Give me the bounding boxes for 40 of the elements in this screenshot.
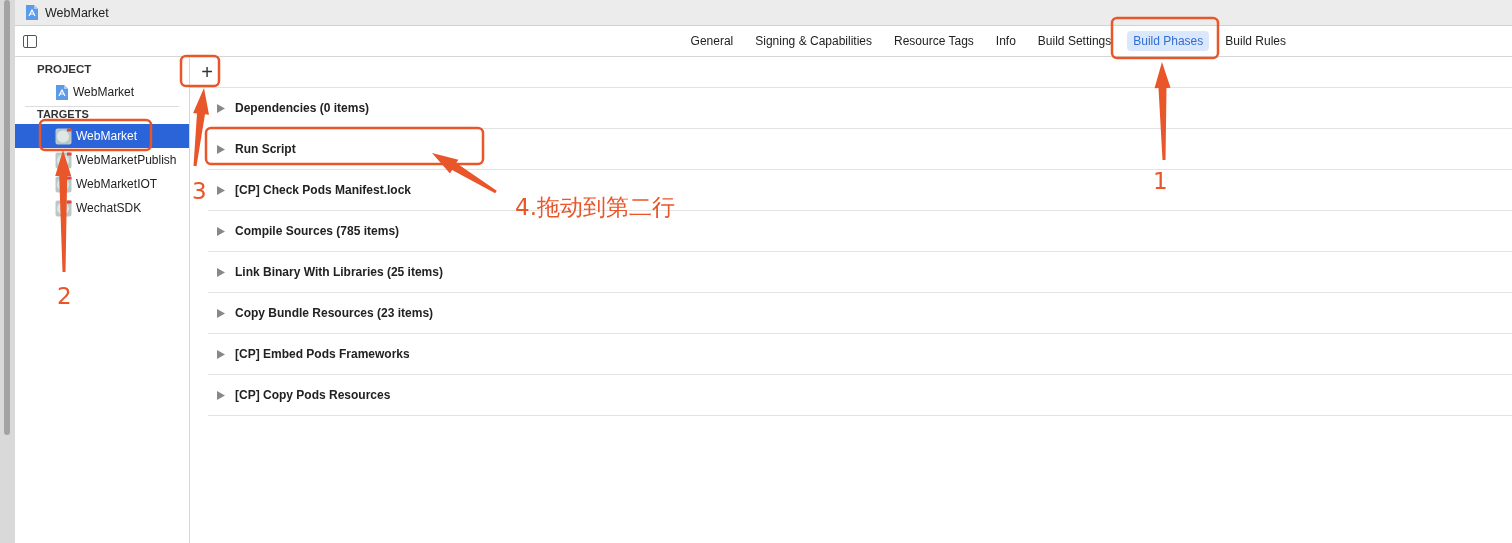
window-title: WebMarket [45, 5, 109, 20]
build-phase-title[interactable]: [CP] Check Pods Manifest.lock [235, 183, 412, 197]
tab[interactable]: General [684, 31, 740, 51]
annotation-label: 3 [192, 178, 207, 204]
app-target-icon [55, 127, 72, 145]
build-phase-title[interactable]: Link Binary With Libraries (25 items) [235, 265, 443, 279]
highlight-box [179, 54, 221, 88]
disclosure-triangle-icon[interactable] [217, 144, 225, 154]
add-button[interactable]: + [194, 59, 220, 85]
tab[interactable]: Signing & Capabilities [749, 31, 878, 51]
tab[interactable]: Build Phases [1127, 31, 1210, 51]
sidebar-item[interactable]: WebMarket [15, 124, 189, 148]
sidebar-item[interactable]: WebMarket [15, 80, 189, 104]
disclosure-triangle-icon[interactable] [217, 226, 225, 236]
build-phase-title[interactable]: Run Script [235, 142, 296, 156]
project-file-icon [25, 4, 39, 21]
sidebar-toggle-icon[interactable] [23, 34, 37, 48]
tab[interactable]: Resource Tags [888, 31, 980, 51]
build-phase-title[interactable]: [CP] Embed Pods Frameworks [235, 347, 410, 361]
section-header: TARGETS [36, 108, 90, 120]
annotation-label: 1 [1153, 168, 1168, 194]
tab[interactable]: Build Settings [1031, 31, 1118, 51]
annotation-arrow [432, 153, 497, 194]
disclosure-triangle-icon[interactable] [217, 390, 225, 400]
build-phase-title[interactable]: Copy Bundle Resources (23 items) [235, 306, 434, 320]
tab[interactable]: Build Rules [1219, 31, 1292, 51]
annotation-label: 2 [57, 283, 72, 309]
tab[interactable]: Info [989, 31, 1022, 51]
disclosure-triangle-icon[interactable] [217, 349, 225, 359]
build-phase-title[interactable]: [CP] Copy Pods Resources [235, 388, 391, 402]
build-phase-title[interactable]: Dependencies (0 items) [235, 101, 370, 115]
disclosure-triangle-icon[interactable] [217, 267, 225, 277]
project-file-icon [55, 83, 69, 101]
annotation-label: 4.拖动到第二行 [515, 193, 675, 222]
disclosure-triangle-icon[interactable] [217, 185, 225, 195]
disclosure-triangle-icon[interactable] [217, 103, 225, 113]
scrollbar-thumb[interactable] [4, 0, 10, 435]
section-header: PROJECT [36, 62, 93, 76]
build-phase-title[interactable]: Compile Sources (785 items) [235, 224, 400, 238]
disclosure-triangle-icon[interactable] [217, 308, 225, 318]
